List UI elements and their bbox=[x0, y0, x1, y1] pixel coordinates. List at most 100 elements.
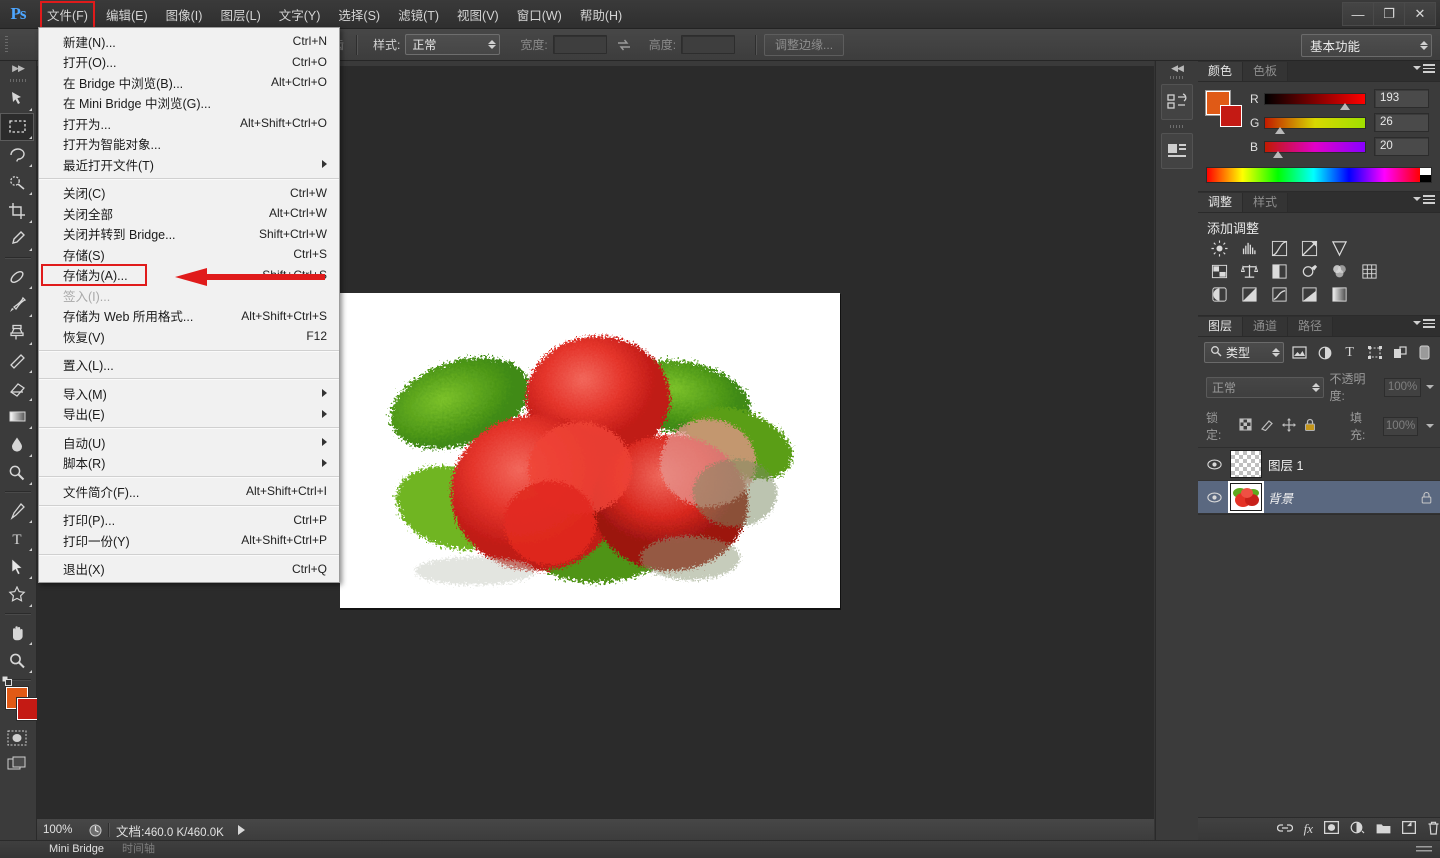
lock-image-pixels-icon[interactable] bbox=[1260, 418, 1274, 434]
hue-saturation-icon[interactable] bbox=[1210, 263, 1228, 280]
file-menu-item[interactable]: 打印一份(Y)Alt+Shift+Ctrl+P bbox=[39, 530, 339, 551]
toolbar-grip[interactable] bbox=[0, 75, 36, 85]
menu-6[interactable]: 滤镜(T) bbox=[389, 1, 448, 28]
options-bar-grip[interactable] bbox=[0, 29, 12, 60]
channel-slider[interactable] bbox=[1264, 93, 1366, 105]
default-colors-icon[interactable] bbox=[2, 675, 12, 685]
filter-type-icon[interactable]: T bbox=[1340, 343, 1359, 362]
link-layers-icon[interactable] bbox=[1277, 822, 1293, 837]
layer-style-fx-icon[interactable]: fx bbox=[1304, 821, 1313, 837]
history-brush-tool[interactable] bbox=[0, 347, 34, 375]
new-group-icon[interactable] bbox=[1376, 822, 1391, 837]
exposure-icon[interactable] bbox=[1300, 240, 1318, 257]
file-menu-item[interactable]: 关闭(C)Ctrl+W bbox=[39, 183, 339, 204]
menu-3[interactable]: 图层(L) bbox=[211, 1, 269, 28]
channel-value[interactable]: 26 bbox=[1374, 113, 1429, 132]
panel-tab[interactable]: 样式 bbox=[1243, 193, 1288, 212]
bottom-tab[interactable]: Mini Bridge bbox=[40, 841, 113, 858]
color-lookup-icon[interactable] bbox=[1360, 263, 1378, 280]
height-input[interactable] bbox=[681, 35, 735, 54]
panel-tab[interactable]: 调整 bbox=[1198, 193, 1243, 212]
file-menu-item[interactable]: 恢复(V)F12 bbox=[39, 326, 339, 347]
close-button[interactable]: ✕ bbox=[1404, 2, 1436, 26]
threshold-icon[interactable] bbox=[1270, 286, 1288, 303]
blur-tool[interactable] bbox=[0, 431, 34, 459]
style-select[interactable]: 正常 bbox=[405, 34, 500, 55]
slider-thumb[interactable] bbox=[1273, 151, 1283, 158]
panel-tab[interactable]: 色板 bbox=[1243, 62, 1288, 81]
blend-mode-select[interactable]: 正常 bbox=[1206, 377, 1324, 398]
properties-panel-icon[interactable] bbox=[1161, 133, 1193, 169]
quick-mask-button[interactable] bbox=[0, 725, 34, 751]
workspace-select[interactable]: 基本功能 bbox=[1301, 34, 1432, 57]
vibrance-icon[interactable] bbox=[1330, 240, 1348, 257]
color-balance-icon[interactable] bbox=[1240, 263, 1258, 280]
layer-visibility-toggle[interactable] bbox=[1204, 492, 1224, 503]
move-tool[interactable] bbox=[0, 85, 34, 113]
filter-smart-object-icon[interactable] bbox=[1390, 343, 1409, 362]
file-menu-item[interactable]: 导入(M) bbox=[39, 383, 339, 404]
file-menu-item[interactable]: 在 Mini Bridge 中浏览(G)... bbox=[39, 93, 339, 114]
gradient-tool[interactable] bbox=[0, 403, 34, 431]
layer-thumbnail[interactable] bbox=[1230, 450, 1262, 478]
photo-filter-icon[interactable] bbox=[1300, 263, 1318, 280]
refine-edge-button[interactable]: 调整边缘... bbox=[764, 34, 844, 56]
black-white-swatch[interactable] bbox=[1420, 168, 1431, 182]
new-layer-icon[interactable] bbox=[1402, 821, 1416, 837]
file-menu-item[interactable]: 脚本(R) bbox=[39, 453, 339, 474]
menu-4[interactable]: 文字(Y) bbox=[270, 1, 330, 28]
menu-2[interactable]: 图像(I) bbox=[157, 1, 212, 28]
file-menu-item[interactable]: 退出(X)Ctrl+Q bbox=[39, 559, 339, 580]
dock-expand-button[interactable]: ◀◀ bbox=[1156, 61, 1198, 75]
file-menu-item[interactable]: 打印(P)...Ctrl+P bbox=[39, 510, 339, 531]
fill-dropdown-icon[interactable] bbox=[1426, 424, 1434, 428]
channel-value[interactable]: 193 bbox=[1374, 89, 1429, 108]
screen-mode-button[interactable] bbox=[0, 751, 34, 777]
panel-tab[interactable]: 颜色 bbox=[1198, 62, 1243, 81]
channel-mixer-icon[interactable] bbox=[1330, 263, 1348, 280]
bottom-tab[interactable]: 时间轴 bbox=[113, 841, 164, 858]
menu-5[interactable]: 选择(S) bbox=[329, 1, 389, 28]
gradient-map-icon[interactable] bbox=[1300, 286, 1318, 303]
minimize-button[interactable]: — bbox=[1342, 2, 1374, 26]
levels-icon[interactable] bbox=[1240, 240, 1258, 257]
brightness-contrast-icon[interactable] bbox=[1210, 240, 1228, 257]
lock-transparent-pixels-icon[interactable] bbox=[1239, 418, 1252, 434]
color-swatches[interactable] bbox=[0, 685, 36, 725]
filter-toggle-icon[interactable] bbox=[1415, 343, 1434, 362]
restore-button[interactable]: ❐ bbox=[1373, 2, 1405, 26]
zoom-level[interactable]: 100% bbox=[37, 824, 89, 836]
filter-adjustment-icon[interactable] bbox=[1315, 343, 1334, 362]
status-expand-icon[interactable] bbox=[238, 825, 245, 835]
selective-color-icon[interactable] bbox=[1330, 286, 1348, 303]
file-menu-item[interactable]: 新建(N)...Ctrl+N bbox=[39, 31, 339, 52]
slider-thumb[interactable] bbox=[1340, 103, 1350, 110]
file-menu-item[interactable]: 打开(O)...Ctrl+O bbox=[39, 52, 339, 73]
file-menu-item[interactable]: 文件简介(F)...Alt+Shift+Ctrl+I bbox=[39, 481, 339, 502]
quick-selection-tool[interactable] bbox=[0, 169, 34, 197]
curves-icon[interactable] bbox=[1270, 240, 1288, 257]
rectangular-marquee-tool[interactable] bbox=[0, 113, 34, 141]
file-menu-item[interactable]: 自动(U) bbox=[39, 432, 339, 453]
file-menu-item[interactable]: 导出(E) bbox=[39, 404, 339, 425]
fill-value[interactable]: 100% bbox=[1383, 417, 1418, 436]
file-menu-item[interactable]: 关闭并转到 Bridge...Shift+Ctrl+W bbox=[39, 224, 339, 245]
delete-layer-icon[interactable] bbox=[1427, 821, 1440, 838]
lock-all-icon[interactable] bbox=[1304, 418, 1316, 435]
menu-1[interactable]: 编辑(E) bbox=[97, 1, 157, 28]
channel-slider[interactable] bbox=[1264, 117, 1366, 129]
horizontal-type-tool[interactable]: T bbox=[0, 525, 34, 553]
lasso-tool[interactable] bbox=[0, 141, 34, 169]
opacity-value[interactable]: 100% bbox=[1384, 378, 1421, 397]
brush-tool[interactable] bbox=[0, 291, 34, 319]
history-panel-icon[interactable] bbox=[1161, 84, 1193, 120]
layer-row[interactable]: 图层 1 bbox=[1198, 448, 1440, 481]
layer-thumbnail[interactable] bbox=[1230, 483, 1262, 511]
new-adjustment-layer-icon[interactable] bbox=[1350, 821, 1365, 837]
lock-position-icon[interactable] bbox=[1282, 418, 1296, 435]
slider-thumb[interactable] bbox=[1275, 127, 1285, 134]
path-selection-tool[interactable] bbox=[0, 553, 34, 581]
color-panel-background[interactable] bbox=[1220, 105, 1242, 127]
channel-slider[interactable] bbox=[1264, 141, 1366, 153]
spot-healing-brush-tool[interactable] bbox=[0, 263, 34, 291]
